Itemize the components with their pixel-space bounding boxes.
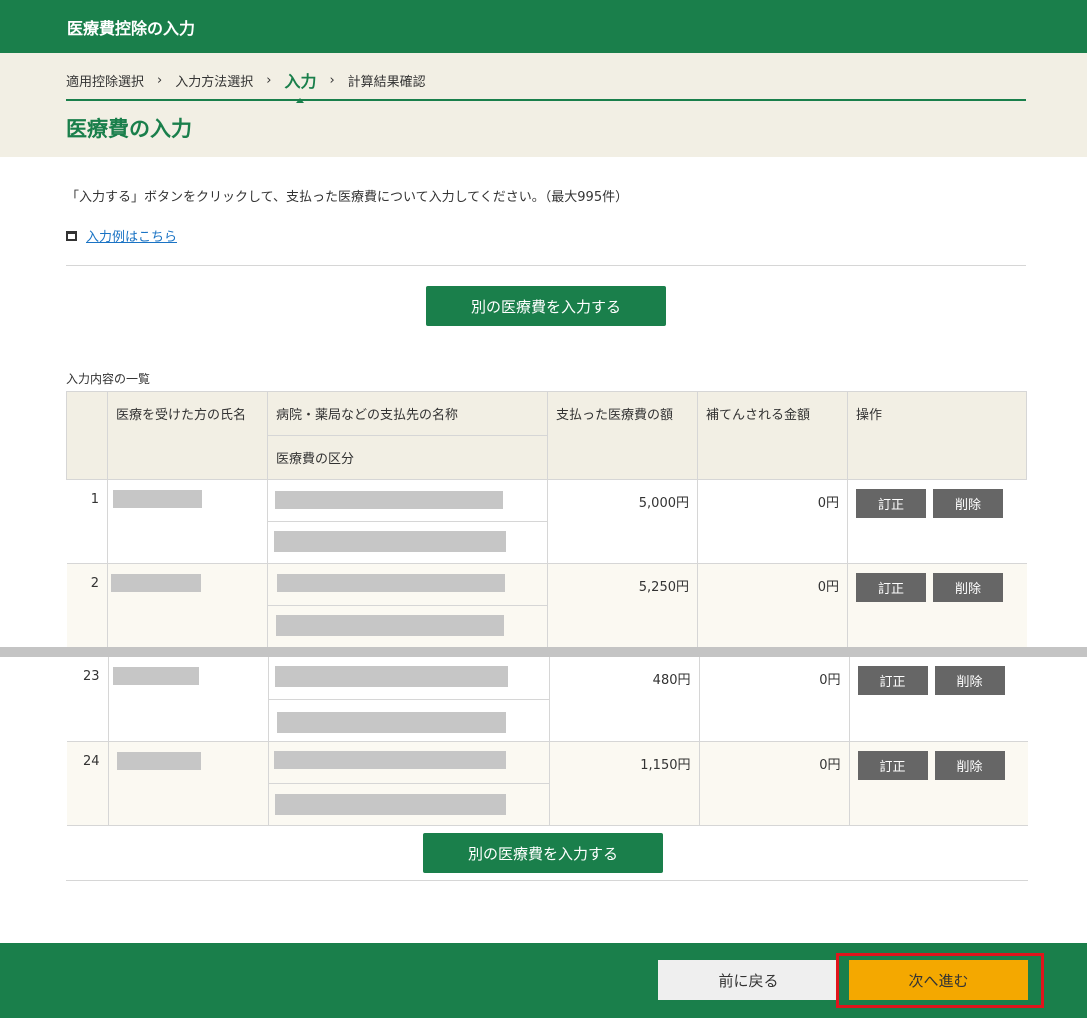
header-reimbursed-amount: 補てんされる金額 — [697, 391, 848, 480]
edit-button[interactable]: 訂正 — [857, 750, 928, 780]
page-header: 適用控除選択 › 入力方法選択 › 入力 › 計算結果確認 医療費の入力 — [0, 53, 1087, 157]
header-name: 医療を受けた方の氏名 — [107, 391, 268, 480]
patient-name-cell — [107, 657, 269, 742]
redacted-category — [276, 711, 506, 733]
redacted-payee — [275, 491, 503, 509]
operations-cell: 訂正 削除 — [848, 657, 1028, 742]
delete-button[interactable]: 削除 — [934, 750, 1005, 780]
patient-name-cell — [107, 479, 268, 564]
row-number: 2 — [66, 563, 108, 648]
payee-cell — [267, 657, 550, 700]
delete-button[interactable]: 削除 — [934, 666, 1005, 695]
operations-cell: 訂正 削除 — [847, 563, 1027, 648]
top-header-bar: 医療費控除の入力 — [0, 0, 1087, 53]
redacted-category — [276, 615, 504, 636]
redacted-payee — [273, 750, 506, 769]
reimbursed-amount: 0円 — [697, 563, 848, 648]
header-divider — [66, 99, 1026, 101]
expense-table-top: 医療を受けた方の氏名 病院・薬局などの支払先の名称 支払った医療費の額 補てんさ… — [66, 391, 1027, 648]
delete-button[interactable]: 削除 — [933, 573, 1003, 602]
patient-name-cell — [107, 740, 269, 826]
redacted-category — [274, 793, 506, 815]
header-operations: 操作 — [847, 391, 1027, 480]
list-label: 入力内容の一覧 — [66, 372, 151, 386]
category-cell — [267, 605, 548, 648]
paid-amount: 480円 — [548, 657, 700, 742]
row-number: 1 — [66, 479, 108, 564]
payee-cell — [267, 563, 548, 606]
paid-amount: 5,000円 — [547, 479, 698, 564]
step-deduction-select: 適用控除選択 — [66, 74, 145, 90]
redacted-name — [111, 574, 201, 592]
patient-name-cell — [107, 563, 268, 648]
header-category: 医療費の区分 — [267, 435, 548, 480]
operations-cell: 訂正 削除 — [848, 740, 1028, 826]
edit-button[interactable]: 訂正 — [857, 666, 928, 695]
reimbursed-amount: 0円 — [697, 479, 848, 564]
expense-table-bottom: 23 480円 0円 訂正 削除 24 1,150円 0円 訂正 削除 — [67, 657, 1028, 826]
step-separator-icon: › — [266, 72, 272, 88]
next-button[interactable]: 次へ進む — [849, 960, 1028, 1000]
category-cell — [267, 782, 550, 826]
reimbursed-amount: 0円 — [698, 740, 850, 826]
add-medical-expense-button-bottom[interactable]: 別の医療費を入力する — [423, 833, 663, 873]
edit-button[interactable]: 訂正 — [856, 573, 926, 602]
omitted-rows-separator — [0, 647, 1087, 657]
category-cell — [267, 521, 548, 564]
app-title: 医療費控除の入力 — [67, 19, 196, 38]
row-number: 24 — [67, 740, 109, 826]
divider — [66, 880, 1028, 881]
step-result-confirm: 計算結果確認 — [347, 74, 426, 90]
new-window-icon — [66, 230, 77, 241]
redacted-payee — [277, 574, 505, 592]
divider — [66, 265, 1026, 266]
reimbursed-amount: 0円 — [698, 657, 850, 742]
step-input-current: 入力 — [284, 68, 316, 103]
payee-cell — [267, 479, 548, 522]
table-row: 23 480円 0円 訂正 削除 — [67, 657, 1028, 742]
redacted-name — [112, 667, 199, 685]
paid-amount: 5,250円 — [547, 563, 698, 648]
page-title: 医療費の入力 — [66, 117, 192, 141]
redacted-name — [116, 751, 201, 770]
example-link[interactable]: 入力例はこちら — [86, 226, 177, 245]
step-input-method-select: 入力方法選択 — [175, 74, 254, 90]
progress-steps: 適用控除選択 › 入力方法選択 › 入力 › 計算結果確認 — [66, 68, 426, 103]
table-row: 2 5,250円 0円 訂正 削除 — [66, 563, 1027, 648]
back-button[interactable]: 前に戻る — [658, 960, 839, 1000]
header-paid-amount: 支払った医療費の額 — [547, 391, 698, 480]
header-payee: 病院・薬局などの支払先の名称 — [267, 391, 548, 436]
edit-button[interactable]: 訂正 — [856, 489, 926, 518]
add-medical-expense-button-top[interactable]: 別の医療費を入力する — [426, 286, 666, 326]
footer-bar: 前に戻る 次へ進む — [0, 943, 1087, 1018]
payee-cell — [267, 740, 550, 784]
redacted-category — [274, 531, 506, 552]
operations-cell: 訂正 削除 — [847, 479, 1027, 564]
header-number-cell — [66, 391, 108, 480]
step-separator-icon: › — [329, 72, 335, 88]
paid-amount: 1,150円 — [548, 740, 700, 826]
instruction-text: 「入力する」ボタンをクリックして、支払った医療費について入力してください。（最大… — [66, 190, 629, 205]
delete-button[interactable]: 削除 — [933, 489, 1003, 518]
redacted-name — [113, 490, 202, 508]
example-link-row: 入力例はこちら — [66, 226, 177, 245]
row-number: 23 — [67, 657, 109, 742]
table-row: 24 1,150円 0円 訂正 削除 — [67, 740, 1028, 826]
redacted-payee — [274, 666, 508, 687]
step-separator-icon: › — [157, 72, 163, 88]
table-row: 1 5,000円 0円 訂正 削除 — [66, 479, 1027, 564]
category-cell — [267, 698, 550, 742]
